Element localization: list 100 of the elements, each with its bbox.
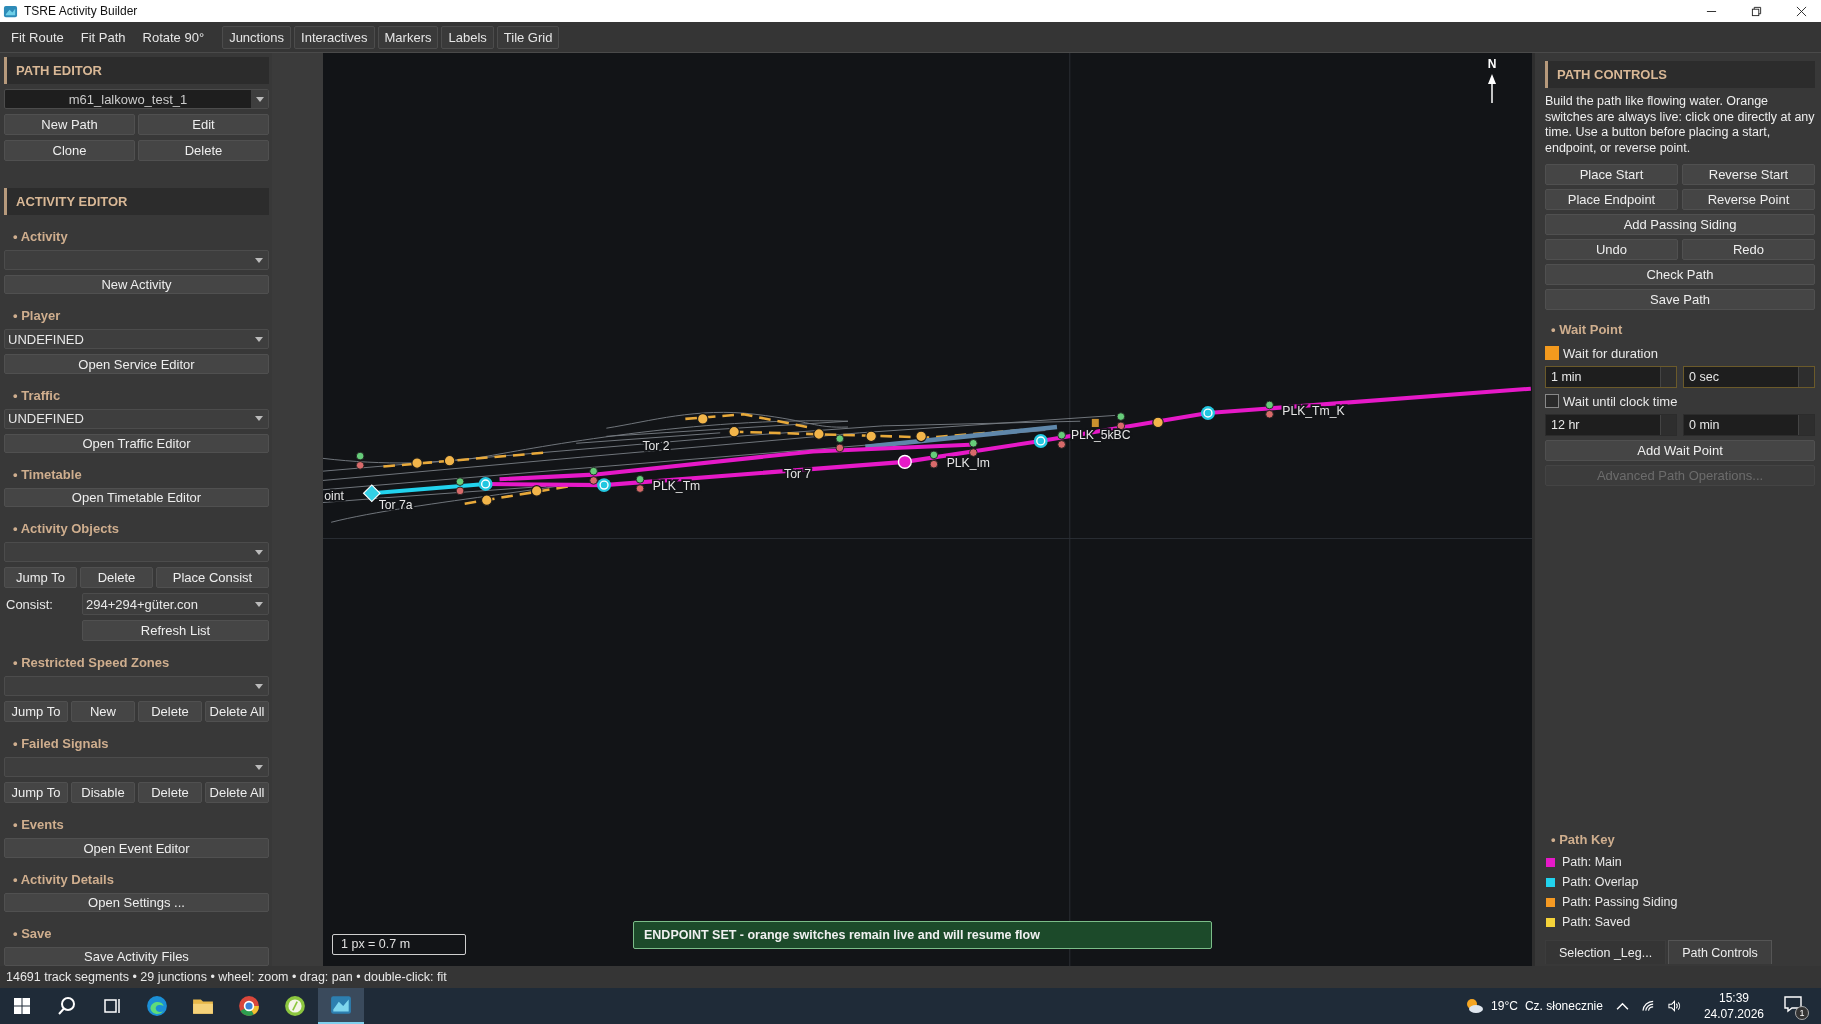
status-toast: ENDPOINT SET - orange switches remain live and will resume flow — [633, 921, 1212, 949]
checkbox[interactable] — [1545, 346, 1559, 360]
switch-icon[interactable] — [813, 428, 825, 440]
panel-tab[interactable]: Path Controls — [1668, 940, 1772, 964]
section-heading: • Player — [12, 307, 62, 325]
waypoint-icon — [1201, 406, 1215, 421]
signal-icon — [1057, 430, 1066, 449]
path-button[interactable]: Redo — [1682, 239, 1815, 260]
panel-button[interactable]: New Activity — [4, 275, 269, 295]
signal-icon — [1265, 400, 1274, 419]
panel-button[interactable]: Delete — [80, 567, 153, 589]
notification-badge: 1 — [1795, 1006, 1809, 1020]
switch-icon[interactable] — [1152, 416, 1164, 429]
section-heading: • Save — [12, 924, 53, 942]
path-dropdown[interactable]: m61_lalkowo_test_1 — [4, 89, 269, 110]
panel-button[interactable]: Edit — [138, 114, 269, 136]
panel-button[interactable]: Delete — [138, 701, 202, 723]
section-heading: • Failed Signals — [12, 735, 110, 753]
close-icon[interactable] — [1796, 5, 1807, 17]
section-header: PATH CONTROLS — [1545, 61, 1815, 88]
checkbox[interactable] — [1545, 394, 1559, 408]
legend-label: Path: Saved — [1562, 915, 1631, 929]
switch-icon[interactable] — [915, 430, 927, 443]
panel-button[interactable]: Clone — [4, 140, 135, 162]
signal-icon — [589, 466, 598, 485]
panel-button[interactable]: Delete — [138, 140, 269, 162]
switch-icon[interactable] — [728, 425, 740, 438]
notification-icon[interactable] — [1783, 994, 1803, 1014]
toolbar-button[interactable]: Labels — [441, 25, 494, 49]
switch-icon[interactable] — [530, 485, 543, 497]
dropdown[interactable]: UNDEFINED — [4, 329, 269, 350]
path-button[interactable]: Reverse Start — [1682, 164, 1815, 185]
panel-button[interactable]: Jump To — [4, 701, 68, 723]
spin-field[interactable]: 12 hr — [1545, 414, 1677, 436]
section-header: ACTIVITY EDITOR — [4, 188, 269, 216]
dropdown-arrow-icon — [255, 257, 263, 263]
panel-button[interactable]: Refresh List — [82, 620, 269, 642]
path-button[interactable]: Place Endpoint — [1545, 189, 1678, 210]
signal-icon — [835, 434, 845, 453]
path-button[interactable]: Add Wait Point — [1545, 440, 1815, 461]
search-icon[interactable] — [57, 996, 77, 1016]
panel-button[interactable]: Save Activity Files — [4, 946, 269, 966]
toolbar-button[interactable]: Tile Grid — [496, 25, 560, 49]
switch-icon[interactable] — [480, 494, 493, 506]
signal-icon — [635, 475, 645, 493]
panel-button[interactable]: Jump To — [4, 782, 68, 804]
panel-button[interactable]: New Path — [4, 114, 135, 136]
panel-button[interactable]: Open Settings ... — [4, 892, 269, 912]
panel-button[interactable]: Open Service Editor — [4, 354, 269, 374]
signal-icon — [455, 477, 465, 496]
toolbar-button[interactable]: Fit Path — [73, 25, 133, 49]
waypoint-icon — [597, 478, 611, 493]
legend-label: Path: Passing Siding — [1562, 895, 1678, 909]
panel-button[interactable]: Open Event Editor — [4, 838, 269, 858]
spin-field[interactable]: 1 min — [1545, 366, 1677, 388]
toolbar-button[interactable]: Interactives — [294, 25, 375, 49]
toolbar-button[interactable]: Fit Route — [4, 25, 71, 49]
track-label: PLK_Im — [946, 455, 990, 470]
panel-button[interactable]: Place Consist — [156, 567, 269, 589]
panel-tab[interactable]: Selection _Leg... — [1545, 940, 1667, 964]
path-button[interactable]: Place Start — [1545, 164, 1678, 185]
clock-date: 24.07.2026 — [1703, 1006, 1764, 1022]
checkbox-label: Wait for duration — [1563, 345, 1658, 361]
switch-icon[interactable] — [443, 454, 456, 467]
spin-field[interactable]: 0 min — [1683, 414, 1815, 436]
panel-button[interactable]: Jump To — [4, 567, 77, 589]
dropdown-arrow-icon — [255, 683, 263, 689]
restore-icon[interactable] — [1751, 5, 1762, 17]
section-heading: • Timetable — [12, 465, 83, 483]
panel-button[interactable]: Disable — [71, 782, 135, 804]
volume-icon[interactable] — [1667, 1000, 1681, 1012]
start-icon[interactable] — [12, 996, 32, 1016]
panel-button[interactable]: Delete All — [205, 701, 269, 723]
path-button[interactable]: Add Passing Siding — [1545, 214, 1815, 235]
panel-button[interactable]: Delete All — [205, 782, 269, 804]
consist-dropdown[interactable]: 294+294+güter.con — [82, 593, 269, 616]
task-view-icon[interactable] — [102, 996, 122, 1016]
toolbar-button[interactable]: Junctions — [222, 25, 292, 49]
dropdown[interactable]: UNDEFINED — [4, 408, 269, 429]
path-button[interactable]: Save Path — [1545, 289, 1815, 310]
panel-button[interactable]: New — [71, 701, 135, 723]
path-button[interactable]: Check Path — [1545, 264, 1815, 285]
panel-button[interactable]: Delete — [138, 782, 202, 804]
panel-button[interactable]: Open Timetable Editor — [4, 487, 269, 508]
track-label: Tor 2 — [642, 439, 670, 454]
section-heading: • Activity — [12, 228, 69, 246]
path-button[interactable]: Reverse Point — [1682, 189, 1815, 210]
weather-icon[interactable] — [1464, 996, 1485, 1016]
switch-icon[interactable] — [696, 413, 709, 425]
panel-button[interactable]: Open Traffic Editor — [4, 433, 269, 453]
toolbar-button[interactable]: Rotate 90° — [135, 25, 212, 49]
switch-icon[interactable] — [411, 457, 423, 469]
marker-icon — [1091, 418, 1099, 428]
path-button[interactable]: Undo — [1545, 239, 1678, 260]
switch-icon[interactable] — [865, 430, 877, 443]
taskbar-app[interactable] — [318, 988, 364, 1024]
spin-field[interactable]: 0 sec — [1683, 366, 1815, 388]
chevron-up-icon[interactable] — [1615, 1000, 1629, 1012]
wifi-icon[interactable] — [1641, 1000, 1655, 1012]
toolbar-button[interactable]: Markers — [377, 25, 439, 49]
